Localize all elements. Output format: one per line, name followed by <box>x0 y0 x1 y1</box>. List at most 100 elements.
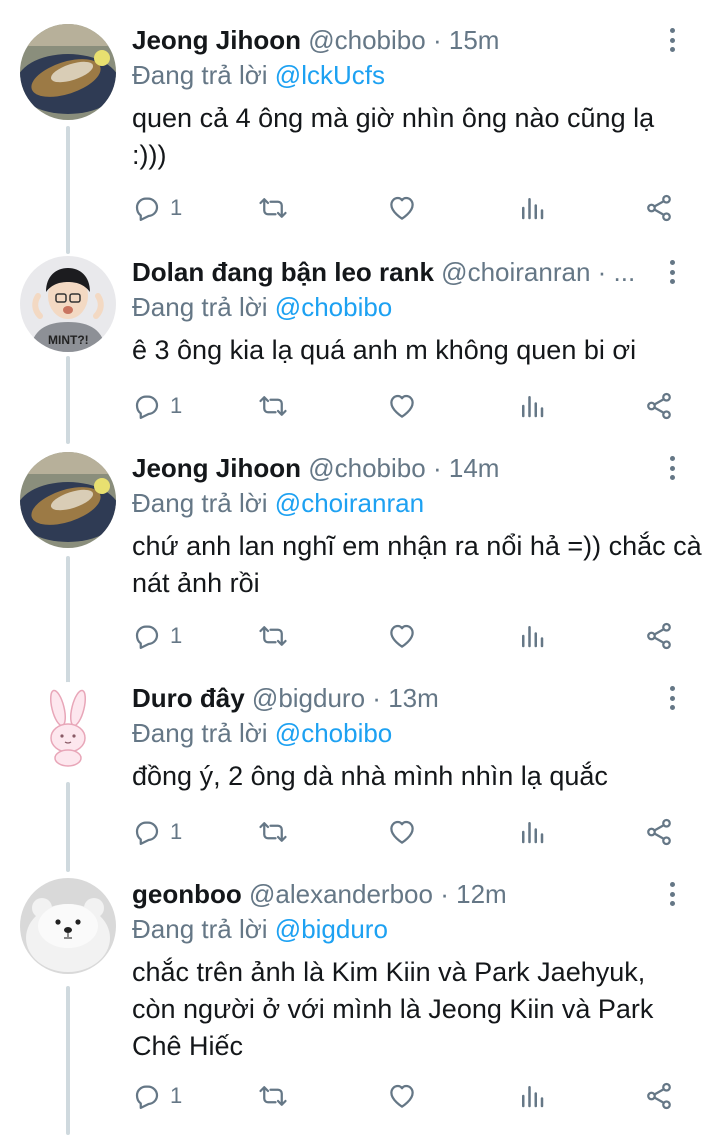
stats-button[interactable] <box>517 1076 547 1116</box>
stats-button[interactable] <box>517 188 547 228</box>
stats-icon <box>522 198 544 220</box>
retweet-button[interactable] <box>258 812 288 852</box>
avatar[interactable] <box>20 878 116 974</box>
stats-button[interactable] <box>517 616 547 656</box>
thread-line <box>66 782 70 872</box>
retweet-icon <box>259 198 287 218</box>
tweet-header: Duro đây @bigduro · 13m <box>132 680 700 716</box>
reply-mention[interactable]: @lckUcfs <box>275 60 385 90</box>
stats-button[interactable] <box>517 812 547 852</box>
share-button[interactable] <box>644 188 674 228</box>
reply-context: Đang trả lời @lckUcfs <box>132 58 700 92</box>
timestamp[interactable]: 12m <box>456 879 507 909</box>
more-options-icon[interactable] <box>660 256 684 288</box>
tweet-text: ê 3 ông kia lạ quá anh m không quen bi ơ… <box>132 335 637 365</box>
action-bar: 1 <box>132 812 700 852</box>
reply-button[interactable]: 1 <box>132 386 182 426</box>
reply-count: 1 <box>170 623 183 648</box>
reply-icon <box>135 197 159 221</box>
reply-button[interactable]: 1 <box>132 616 182 656</box>
like-icon <box>390 624 414 648</box>
svg-text:MINT?!: MINT?! <box>48 333 89 347</box>
retweet-button[interactable] <box>258 386 288 426</box>
share-icon <box>647 1082 671 1110</box>
display-name[interactable]: geonboo <box>132 879 242 909</box>
reply-icon <box>135 821 159 845</box>
separator: · <box>432 25 442 55</box>
retweet-button[interactable] <box>258 1076 288 1116</box>
user-handle[interactable]: @bigduro <box>252 683 365 713</box>
reply-context: Đang trả lời @bigduro <box>132 912 700 946</box>
display-name[interactable]: Jeong Jihoon <box>132 25 301 55</box>
user-handle[interactable]: @chobibo <box>308 453 425 483</box>
retweet-icon <box>259 1086 287 1106</box>
separator: · <box>432 453 442 483</box>
like-button[interactable] <box>387 188 417 228</box>
user-handle[interactable]: @choiranran <box>441 257 590 287</box>
action-bar: 1 <box>132 1076 700 1116</box>
tweet-header: Jeong Jihoon @chobibo · 14m <box>132 450 700 486</box>
reply-button[interactable]: 1 <box>132 1076 182 1116</box>
share-icon <box>647 818 671 846</box>
retweet-icon <box>259 822 287 842</box>
user-handle[interactable]: @alexanderboo <box>249 879 433 909</box>
like-button[interactable] <box>387 812 417 852</box>
share-button[interactable] <box>644 616 674 656</box>
stats-icon <box>522 1086 544 1108</box>
like-button[interactable] <box>387 386 417 426</box>
reply-count: 1 <box>170 393 183 418</box>
action-bar: 1 <box>132 386 700 426</box>
more-options-icon[interactable] <box>660 452 684 484</box>
like-icon <box>390 196 414 220</box>
thread-line <box>66 126 70 254</box>
display-name[interactable]: Duro đây <box>132 683 245 713</box>
like-icon <box>390 394 414 418</box>
like-button[interactable] <box>387 1076 417 1116</box>
stats-icon <box>522 396 544 418</box>
pink-bunny-icon <box>20 682 116 778</box>
display-name[interactable]: Jeong Jihoon <box>132 453 301 483</box>
like-button[interactable] <box>387 616 417 656</box>
avatar[interactable] <box>20 452 116 548</box>
timestamp[interactable]: 15m <box>449 25 500 55</box>
share-icon <box>647 392 671 420</box>
timestamp[interactable]: 13m <box>388 683 439 713</box>
retweet-icon <box>259 626 287 646</box>
reply-context: Đang trả lời @choiranran <box>132 486 700 520</box>
more-options-icon[interactable] <box>660 878 684 910</box>
reply-prefix: Đang trả lời <box>132 718 268 748</box>
reply-prefix: Đang trả lời <box>132 914 268 944</box>
timestamp[interactable]: 14m <box>449 453 500 483</box>
display-name[interactable]: Dolan đang bận leo rank <box>132 257 434 287</box>
tweet-text: chứ anh lan nghĩ em nhận ra nổi hả =)) c… <box>132 531 702 598</box>
user-handle[interactable]: @chobibo <box>308 25 425 55</box>
tweet-text: quen cả 4 ông mà giờ nhìn ông nào cũng l… <box>132 103 655 170</box>
reply-mention[interactable]: @chobibo <box>275 292 392 322</box>
reply-context: Đang trả lời @chobibo <box>132 290 700 324</box>
reply-mention[interactable]: @bigduro <box>275 914 388 944</box>
share-icon <box>647 622 671 650</box>
share-button[interactable] <box>644 386 674 426</box>
reply-button[interactable]: 1 <box>132 812 182 852</box>
action-bar: 1 <box>132 188 700 228</box>
retweet-button[interactable] <box>258 188 288 228</box>
more-options-icon[interactable] <box>660 682 684 714</box>
tweet-header: geonboo @alexanderboo · 12m <box>132 876 700 912</box>
reply-mention[interactable]: @chobibo <box>275 718 392 748</box>
reply-mention[interactable]: @choiranran <box>275 488 424 518</box>
reply-context: Đang trả lời @chobibo <box>132 716 700 750</box>
retweet-button[interactable] <box>258 616 288 656</box>
reply-count: 1 <box>170 1083 183 1108</box>
action-bar: 1 <box>132 616 700 656</box>
avatar[interactable] <box>20 24 116 120</box>
reply-button[interactable]: 1 <box>132 188 182 228</box>
more-options-icon[interactable] <box>660 24 684 56</box>
avatar[interactable]: MINT?! <box>20 256 116 352</box>
share-button[interactable] <box>644 812 674 852</box>
avatar[interactable] <box>20 682 116 778</box>
reply-icon <box>135 625 159 649</box>
stats-button[interactable] <box>517 386 547 426</box>
stats-icon <box>522 626 544 648</box>
tweet-text: chắc trên ảnh là Kim Kiin và Park Jaehyu… <box>132 957 654 1061</box>
share-button[interactable] <box>644 1076 674 1116</box>
